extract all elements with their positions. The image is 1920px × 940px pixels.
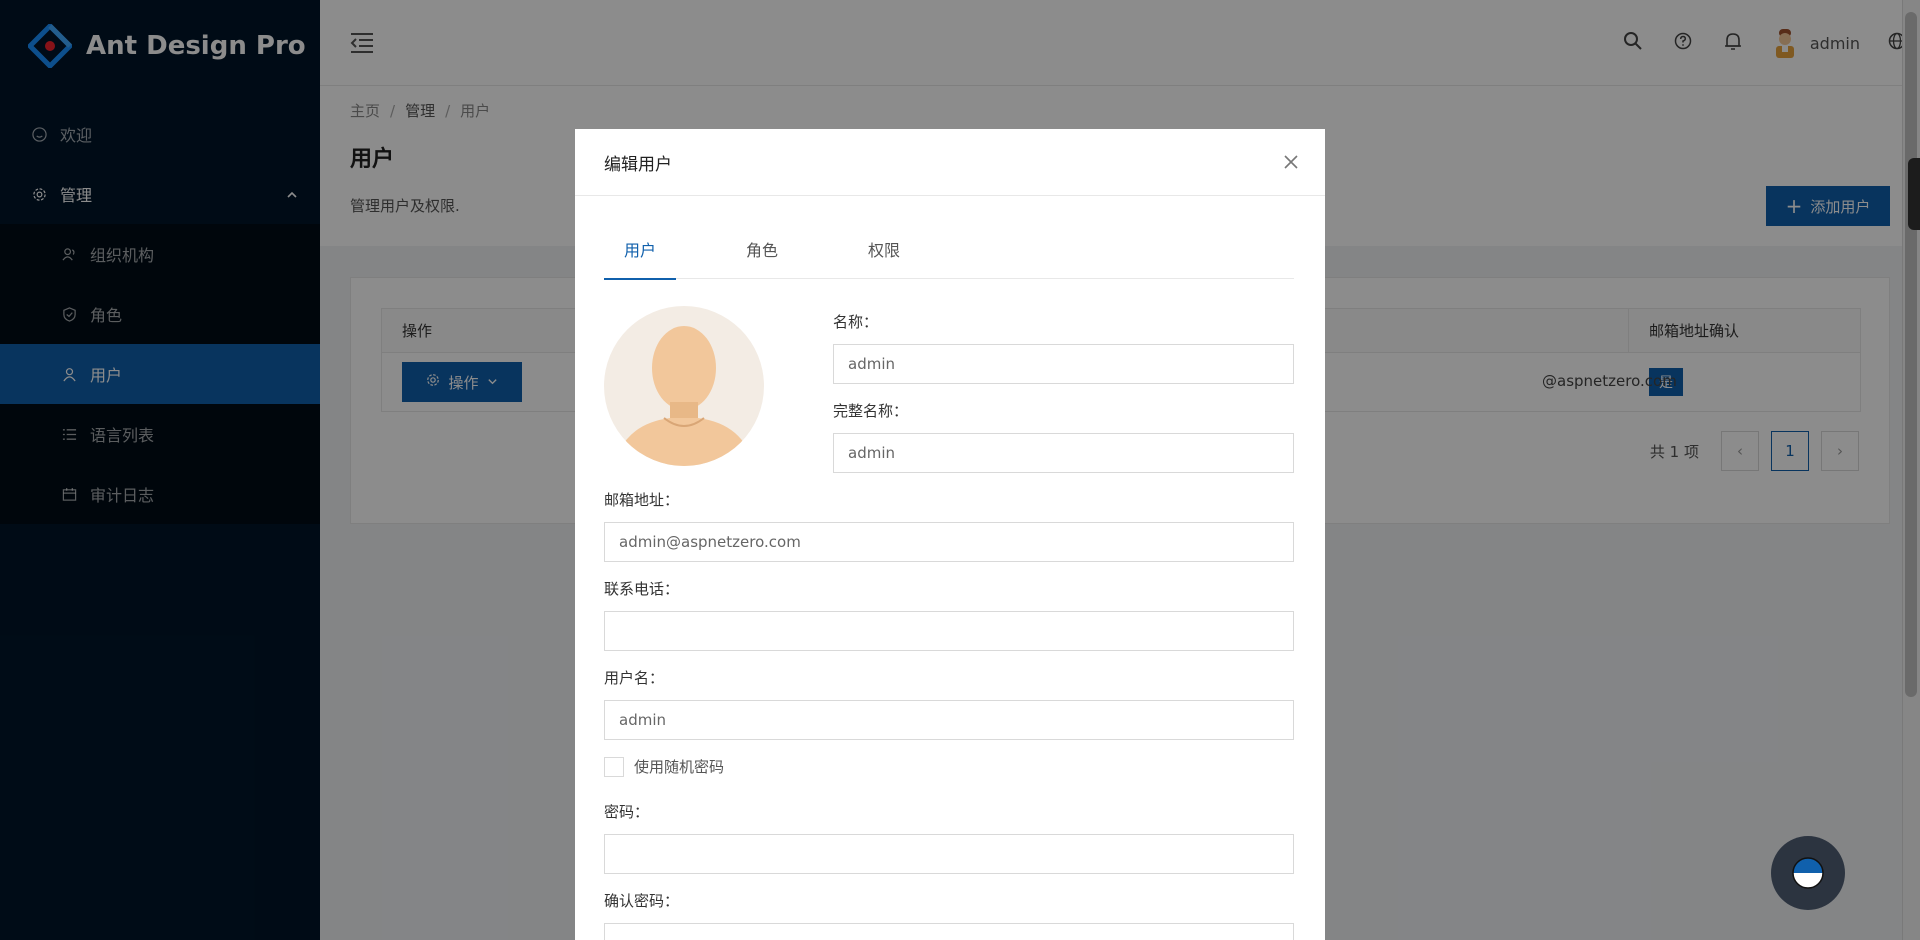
tab-permissions[interactable]: 权限 [848,237,920,279]
email-input[interactable]: admin@aspnetzero.com [604,522,1294,562]
name-input[interactable]: admin [833,344,1294,384]
username-label: 用户名： [604,669,665,687]
email-label: 邮箱地址： [604,491,680,509]
user-avatar[interactable] [604,306,764,466]
modal-tabs: 用户 角色 权限 [604,237,1294,280]
full-name-input[interactable]: admin [833,433,1294,473]
edit-user-modal: 编辑用户 用户 角色 权限 名称： admin 完整名称： admin 邮箱地址… [575,129,1325,940]
password-label: 密码： [604,803,650,821]
avatar-placeholder-icon [604,306,764,466]
password-input[interactable] [604,834,1294,874]
close-icon[interactable] [1281,152,1301,172]
phone-label: 联系电话： [604,580,680,598]
chat-bubble-icon [1792,857,1824,889]
modal-header: 编辑用户 [575,129,1325,196]
name-label: 名称： [833,313,879,331]
random-password-checkbox[interactable]: 使用随机密码 [604,756,724,777]
username-input[interactable]: admin [604,700,1294,740]
chat-fab-button[interactable] [1771,836,1845,910]
phone-input[interactable] [604,611,1294,651]
confirm-password-input[interactable] [604,923,1294,940]
confirm-password-label: 确认密码： [604,892,680,910]
checkbox-box[interactable] [604,756,624,777]
tab-user[interactable]: 用户 [604,237,677,280]
modal-title: 编辑用户 [604,154,672,175]
random-password-label: 使用随机密码 [634,758,725,776]
tab-roles[interactable]: 角色 [726,237,798,279]
full-name-label: 完整名称： [833,402,909,420]
